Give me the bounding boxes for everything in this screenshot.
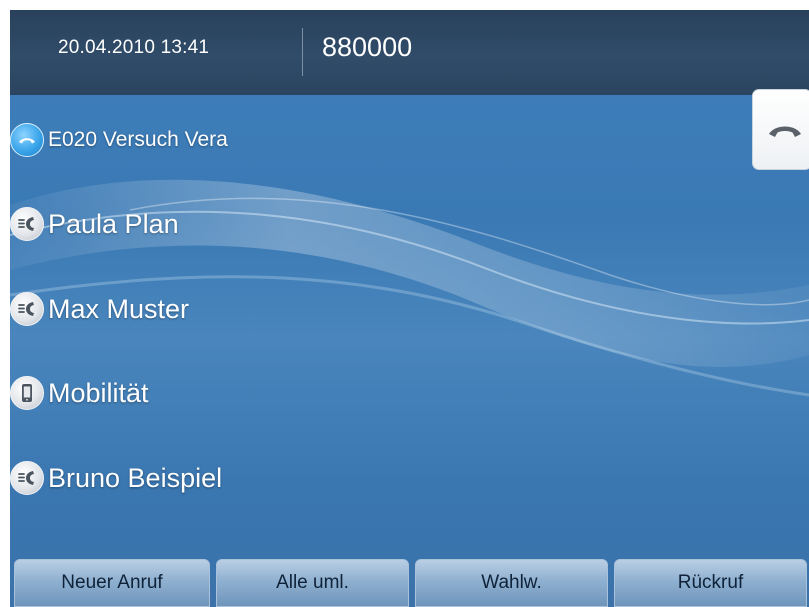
datetime-display: 20.04.2010 13:41 [58,37,210,58]
softkey-alle-uml[interactable]: Alle uml. [216,559,409,607]
list-item-bruno-beispiel[interactable]: Bruno Beispiel [10,454,222,502]
voice-call-icon [10,207,44,241]
softkey-label: Rückruf [677,572,744,593]
softkey-rueckruf[interactable]: Rückruf [614,559,807,607]
own-number-display: 880000 [322,32,413,62]
voice-call-icon [10,461,44,495]
hang-up-icon [767,120,803,145]
voice-call-icon [10,292,44,326]
hang-up-button[interactable] [752,89,809,170]
softkey-label: Alle uml. [276,572,349,593]
softkey-label: Wahlw. [481,572,542,593]
softkey-wahlw[interactable]: Wahlw. [415,559,608,607]
phone-screen: 20.04.2010 13:41 880000 E020 Versuch Ver… [10,10,809,607]
list-item-label: Max Muster [48,293,190,324]
status-header: 20.04.2010 13:41 880000 [10,10,809,95]
softkey-label: Neuer Anruf [61,572,163,593]
header-divider [302,28,303,76]
mobile-phone-icon [10,376,44,410]
list-item-mobilitaet[interactable]: Mobilität [10,369,149,417]
list-item-paula-plan[interactable]: Paula Plan [10,200,179,248]
list-item-label: E020 Versuch Vera [48,128,228,151]
list-item-label: Bruno Beispiel [48,462,223,493]
list-item-label: Mobilität [48,377,149,408]
list-item-e020-versuch-vera[interactable]: E020 Versuch Vera [10,116,228,164]
handset-icon [10,123,44,157]
softkey-neuer-anruf[interactable]: Neuer Anruf [14,559,210,607]
list-item-max-muster[interactable]: Max Muster [10,285,189,333]
list-item-label: Paula Plan [48,208,179,239]
